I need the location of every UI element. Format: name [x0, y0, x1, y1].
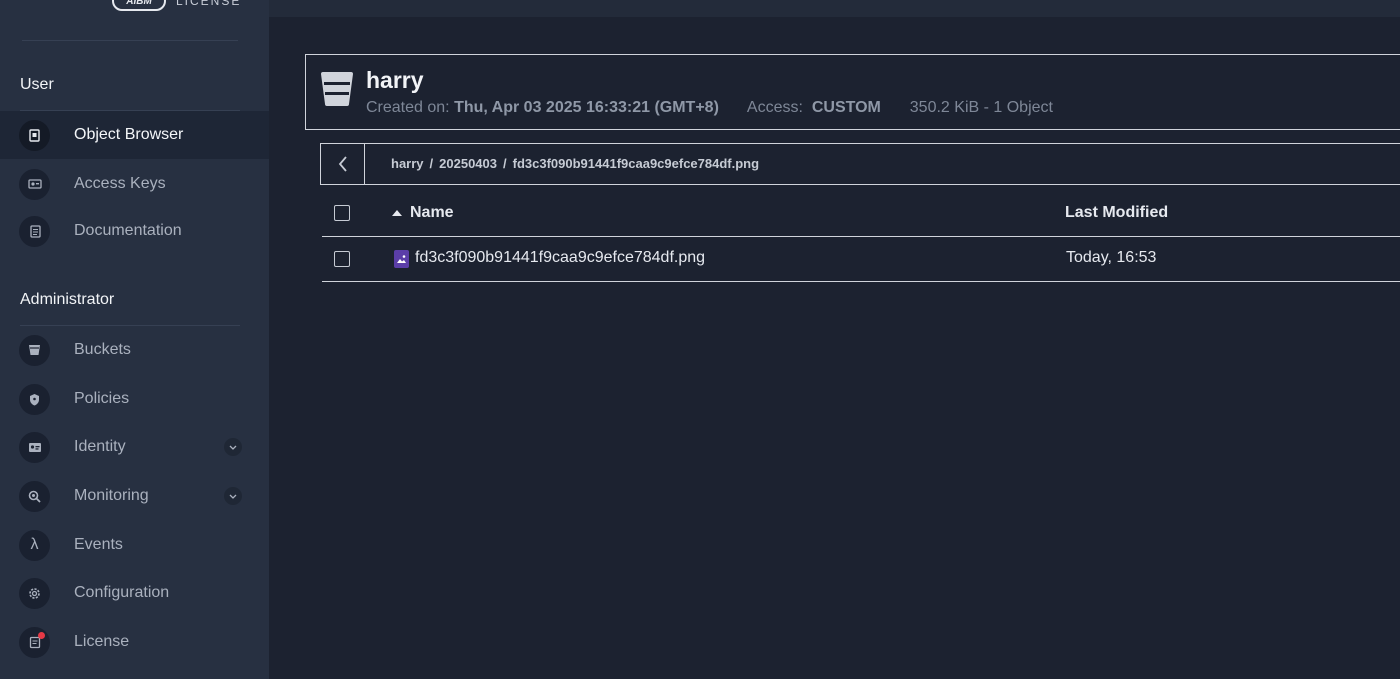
breadcrumb-bar: harry / 20250403 / fd3c3f090b91441f9caa9c9ef… — [320, 143, 1400, 185]
chevron-left-icon — [338, 156, 347, 172]
object-table: Name Last Modified fd3c3f090b91441f9caa9… — [322, 190, 1400, 282]
gear-icon — [19, 577, 50, 609]
documentation-icon — [19, 215, 50, 247]
access-label: Access: — [746, 99, 803, 116]
sidebar: AIBM LICENSE User Object Browser Access … — [0, 0, 269, 679]
object-browser-icon — [19, 119, 50, 151]
breadcrumb-separator: / — [429, 156, 434, 171]
file-name[interactable]: fd3c3f090b91441f9caa9c9efce784df.png — [415, 249, 705, 267]
table-header: Name Last Modified — [322, 190, 1400, 237]
column-header-name[interactable]: Name — [392, 204, 454, 222]
sidebar-item-object-browser[interactable]: Object Browser — [0, 111, 269, 159]
sidebar-item-policies[interactable]: Policies — [0, 375, 269, 423]
table-row[interactable]: fd3c3f090b91441f9caa9c9efce784df.png Tod… — [322, 237, 1400, 282]
sidebar-item-license[interactable]: License — [0, 618, 269, 666]
notification-badge — [38, 631, 45, 639]
bucket-meta: Created on: Thu, Apr 03 2025 16:33:21 (G… — [366, 99, 1053, 117]
breadcrumb-item[interactable]: 20250403 — [439, 156, 497, 171]
sidebar-item-monitoring[interactable]: Monitoring — [0, 472, 269, 520]
sidebar-item-label: Documentation — [74, 222, 182, 239]
license-label: LICENSE — [176, 0, 242, 8]
monitoring-icon — [19, 480, 50, 512]
breadcrumb-separator: / — [503, 156, 507, 171]
back-button[interactable] — [321, 144, 365, 184]
sidebar-item-documentation[interactable]: Documentation — [0, 207, 269, 255]
sort-ascending-icon — [392, 210, 402, 216]
bucket-header: harry Created on: Thu, Apr 03 2025 16:33… — [305, 54, 1400, 130]
sidebar-item-label: Configuration — [74, 584, 170, 601]
breadcrumb-item[interactable]: fd3c3f090b91441f9caa9c9efce784df.png — [513, 156, 759, 171]
chevron-down-icon[interactable] — [224, 438, 242, 456]
top-bar — [269, 0, 1400, 17]
license-icon — [19, 626, 50, 658]
size-summary: 350.2 KiB - 1 Object — [909, 99, 1053, 116]
column-header-last-modified[interactable]: Last Modified — [1065, 204, 1168, 222]
sidebar-item-label: Buckets — [74, 341, 131, 358]
sidebar-item-identity[interactable]: Identity — [0, 423, 269, 471]
select-all-checkbox[interactable] — [334, 205, 350, 221]
logo-mark: AIBM — [112, 0, 166, 11]
identity-icon — [19, 431, 50, 463]
section-title-user: User — [20, 76, 54, 93]
sidebar-item-label: Events — [74, 536, 123, 553]
buckets-icon — [19, 334, 50, 366]
sidebar-item-label: Access Keys — [74, 175, 166, 192]
row-checkbox[interactable] — [334, 251, 350, 267]
created-value: Thu, Apr 03 2025 16:33:21 (GMT+8) — [454, 99, 719, 116]
brand-logo[interactable]: AIBM LICENSE — [112, 0, 241, 12]
sidebar-item-buckets[interactable]: Buckets — [0, 326, 269, 374]
image-file-icon — [394, 250, 409, 268]
breadcrumb: harry / 20250403 / fd3c3f090b91441f9caa9c9ef… — [391, 156, 759, 171]
file-last-modified: Today, 16:53 — [1066, 249, 1157, 266]
sidebar-item-configuration[interactable]: Configuration — [0, 569, 269, 617]
sidebar-item-events[interactable]: λ Events — [0, 521, 269, 569]
column-header-name-label: Name — [410, 204, 454, 221]
access-keys-icon — [19, 168, 50, 200]
chevron-down-icon[interactable] — [224, 487, 242, 505]
sidebar-item-label: Monitoring — [74, 487, 149, 504]
policies-icon — [19, 383, 50, 415]
sidebar-item-label: Identity — [74, 438, 126, 455]
bucket-icon — [321, 72, 353, 106]
section-title-administrator: Administrator — [20, 291, 115, 308]
created-label: Created on: — [366, 99, 450, 116]
breadcrumb-item[interactable]: harry — [391, 156, 424, 171]
sidebar-item-label: License — [74, 633, 130, 650]
sidebar-item-access-keys[interactable]: Access Keys — [0, 160, 269, 208]
lambda-icon: λ — [19, 529, 50, 561]
bucket-name: harry — [366, 67, 424, 93]
sidebar-item-label: Object Browser — [74, 126, 184, 143]
divider — [22, 40, 238, 41]
sidebar-item-label: Policies — [74, 390, 130, 407]
access-value[interactable]: CUSTOM — [812, 99, 881, 116]
